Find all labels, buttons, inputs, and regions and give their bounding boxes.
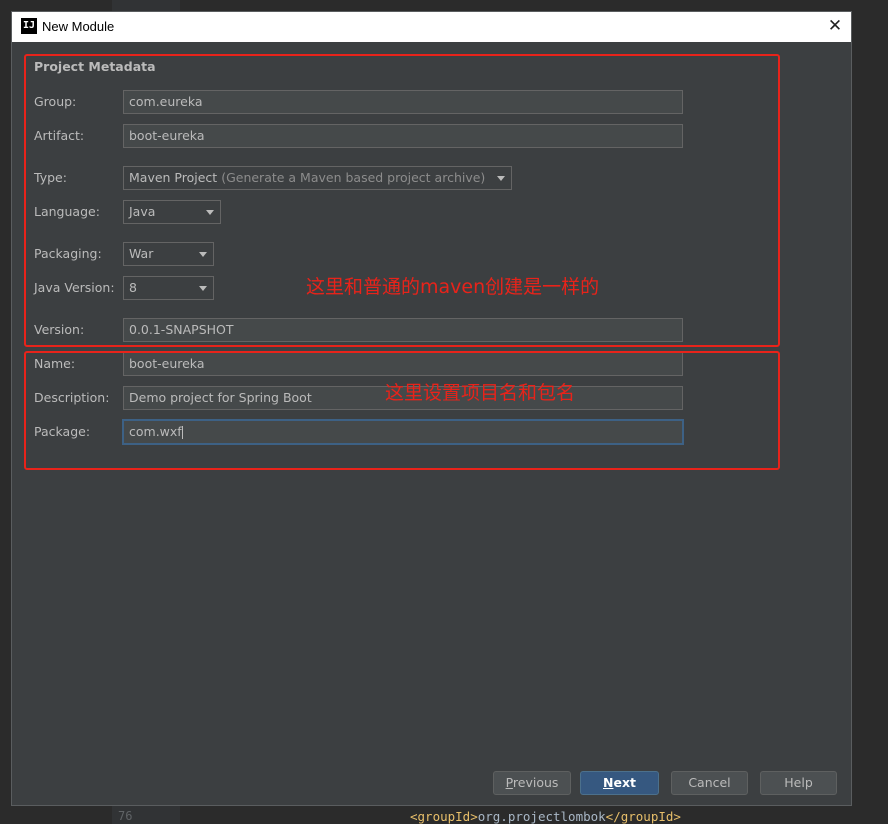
annotation-box-metadata <box>24 54 780 347</box>
dialog-title: New Module <box>42 19 115 34</box>
dialog-titlebar: IJ New Module ✕ <box>12 12 851 42</box>
previous-button[interactable]: Previous <box>493 771 571 795</box>
cancel-button[interactable]: Cancel <box>671 771 748 795</box>
code-close-tag: </groupId> <box>605 809 681 824</box>
code-text: org.projectlombok <box>477 809 606 824</box>
annotation-box-name-package <box>24 351 780 470</box>
intellij-app-icon: IJ <box>21 18 37 34</box>
help-button[interactable]: Help <box>760 771 837 795</box>
annotation-note-metadata: 这里和普通的maven创建是一样的 <box>306 276 600 298</box>
annotation-note-name-package: 这里设置项目名和包名 <box>385 382 576 404</box>
line-number: 76 <box>118 809 133 823</box>
next-button[interactable]: Next <box>580 771 659 795</box>
code-line: <groupId>org.projectlombok</groupId> <box>410 809 681 824</box>
close-icon[interactable]: ✕ <box>825 16 845 36</box>
code-open-tag: <groupId> <box>410 809 478 824</box>
new-module-dialog: IJ New Module ✕ Project Metadata Group: … <box>11 11 852 806</box>
